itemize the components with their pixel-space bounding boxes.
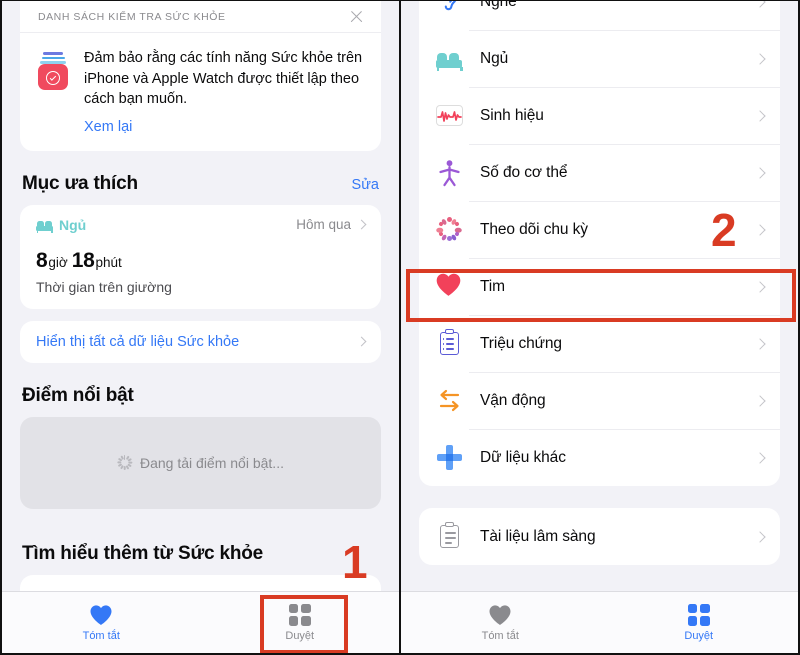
list-item-mobility[interactable]: Vận động (419, 372, 780, 429)
list-item-label: Vận động (480, 391, 546, 409)
left-phone-screen: DANH SÁCH KIỂM TRA SỨC KHỎE Đảm bảo rằng… (0, 0, 400, 655)
chevron-right-icon (754, 166, 766, 179)
heart-icon (435, 272, 464, 301)
clinical-documents-card: Tài liệu lâm sàng (419, 508, 780, 565)
annotation-number-2: 2 (711, 204, 737, 256)
clinical-documents-icon (435, 521, 464, 551)
chevron-right-icon (754, 109, 766, 122)
vitals-icon (435, 101, 464, 130)
list-item-sleep[interactable]: Ngủ (419, 30, 780, 87)
cycle-tracking-icon (435, 215, 464, 244)
list-item-clinical-documents[interactable]: Tài liệu lâm sàng (419, 508, 780, 565)
close-icon[interactable] (348, 8, 365, 25)
health-checklist-header: DANH SÁCH KIỂM TRA SỨC KHỎE (20, 1, 381, 33)
sleep-minutes-unit: phút (95, 254, 122, 270)
chevron-right-icon (754, 451, 766, 464)
list-item-other-data[interactable]: Dữ liệu khác (419, 429, 780, 486)
tab-browse[interactable]: Duyệt (201, 592, 400, 653)
health-checklist-icon (36, 51, 70, 91)
body-measurements-icon (435, 158, 464, 187)
highlights-title: Điểm nổi bật (22, 384, 134, 406)
chevron-right-icon (356, 219, 367, 230)
annotation-number-1: 1 (342, 536, 368, 588)
other-data-plus-icon (435, 443, 464, 472)
spinner-icon (116, 455, 132, 471)
highlights-section-header: Điểm nổi bật (2, 385, 399, 407)
tab-summary-label: Tóm tắt (82, 629, 120, 642)
learn-more-title: Tìm hiểu thêm từ Sức khỏe (22, 542, 264, 564)
list-item-label: Dữ liệu khác (480, 448, 566, 466)
mobility-arrows-icon (435, 386, 464, 415)
heart-icon (489, 604, 511, 625)
list-item-label: Tài liệu lâm sàng (480, 527, 596, 545)
list-item-label: Tim (480, 277, 505, 295)
review-link[interactable]: Xem lại (84, 119, 363, 135)
list-item-label: Theo dõi chu kỳ (480, 220, 588, 238)
chevron-right-icon (754, 530, 766, 543)
heart-icon (90, 604, 112, 625)
list-item-label: Ngủ (480, 49, 509, 67)
health-checklist-body: Đảm bảo rằng các tính năng Sức khỏe trên… (20, 33, 381, 151)
list-item-symptoms[interactable]: Triệu chứng (419, 315, 780, 372)
list-item-vitals[interactable]: Sinh hiệu (419, 87, 780, 144)
tab-browse-label: Duyệt (684, 629, 714, 642)
highlights-loading-placeholder: Đang tải điểm nổi bật... (20, 416, 381, 509)
highlights-loading-text: Đang tải điểm nổi bật... (140, 454, 284, 471)
grid-icon (288, 603, 311, 626)
chevron-right-icon (754, 1, 766, 8)
left-tab-bar: Tóm tắt Duyệt (2, 591, 399, 653)
list-item-label: Sinh hiệu (480, 106, 544, 124)
chevron-right-icon (754, 337, 766, 350)
ear-icon (435, 1, 464, 16)
chevron-right-icon (754, 223, 766, 236)
list-item-label: Nghe (480, 1, 517, 10)
sleep-timestamp: Hôm qua (296, 217, 351, 233)
screenshot-root: DANH SÁCH KIỂM TRA SỨC KHỎE Đảm bảo rằng… (0, 0, 800, 655)
tab-summary[interactable]: Tóm tắt (401, 592, 600, 653)
edit-favorites-button[interactable]: Sửa (352, 177, 379, 193)
sleep-hours-unit: giờ (48, 254, 68, 270)
grid-icon (687, 603, 710, 626)
symptoms-clipboard-icon (435, 328, 464, 358)
list-item-label: Số đo cơ thể (480, 163, 568, 181)
sleep-minutes: 18 (71, 248, 95, 272)
show-all-health-data-label: Hiển thị tất cả dữ liệu Sức khỏe (36, 333, 240, 350)
sleep-favorite-card[interactable]: Ngủ Hôm qua 8giờ 18phút Thời gian trên gi… (20, 204, 381, 309)
chevron-right-icon (356, 336, 367, 347)
sleep-hours: 8 (36, 248, 48, 272)
sleep-duration-value: 8giờ 18phút (36, 249, 365, 273)
left-scroll-area[interactable]: DANH SÁCH KIỂM TRA SỨC KHỎE Đảm bảo rằng… (2, 1, 399, 591)
right-scroll-area[interactable]: Nghe Ngủ Sinh hiệu Số đo cơ thể Theo dõi… (401, 1, 798, 591)
bed-icon (36, 219, 53, 233)
learn-more-card[interactable] (20, 574, 381, 591)
tab-summary[interactable]: Tóm tắt (2, 592, 201, 653)
chevron-right-icon (754, 394, 766, 407)
list-item-heart[interactable]: Tim (419, 258, 780, 315)
chevron-right-icon (754, 52, 766, 65)
chevron-right-icon (754, 280, 766, 293)
right-phone-screen: Nghe Ngủ Sinh hiệu Số đo cơ thể Theo dõi… (400, 0, 800, 655)
list-item-label: Triệu chứng (480, 334, 562, 352)
show-all-health-data-card[interactable]: Hiển thị tất cả dữ liệu Sức khỏe (20, 320, 381, 363)
list-item-body-measurements[interactable]: Số đo cơ thể (419, 144, 780, 201)
bed-icon (435, 44, 464, 73)
sleep-category-label: Ngủ (59, 216, 87, 233)
favorites-title: Mục ưa thích (22, 172, 138, 194)
list-item-hearing[interactable]: Nghe (419, 1, 780, 30)
learn-more-section-header: Tìm hiểu thêm từ Sức khỏe (2, 543, 399, 565)
tab-summary-label: Tóm tắt (481, 629, 519, 642)
favorites-section-header: Mục ưa thích Sửa (2, 173, 399, 195)
health-checklist-message: Đảm bảo rằng các tính năng Sức khỏe trên… (84, 50, 363, 108)
show-all-health-data-row[interactable]: Hiển thị tất cả dữ liệu Sức khỏe (20, 321, 381, 363)
sleep-subtitle: Thời gian trên giường (36, 278, 172, 295)
tab-browse[interactable]: Duyệt (600, 592, 799, 653)
tab-browse-label: Duyệt (285, 629, 315, 642)
health-checklist-card[interactable]: DANH SÁCH KIỂM TRA SỨC KHỎE Đảm bảo rằng… (20, 1, 381, 151)
health-checklist-title: DANH SÁCH KIỂM TRA SỨC KHỎE (38, 10, 226, 23)
right-tab-bar: Tóm tắt Duyệt (401, 591, 798, 653)
